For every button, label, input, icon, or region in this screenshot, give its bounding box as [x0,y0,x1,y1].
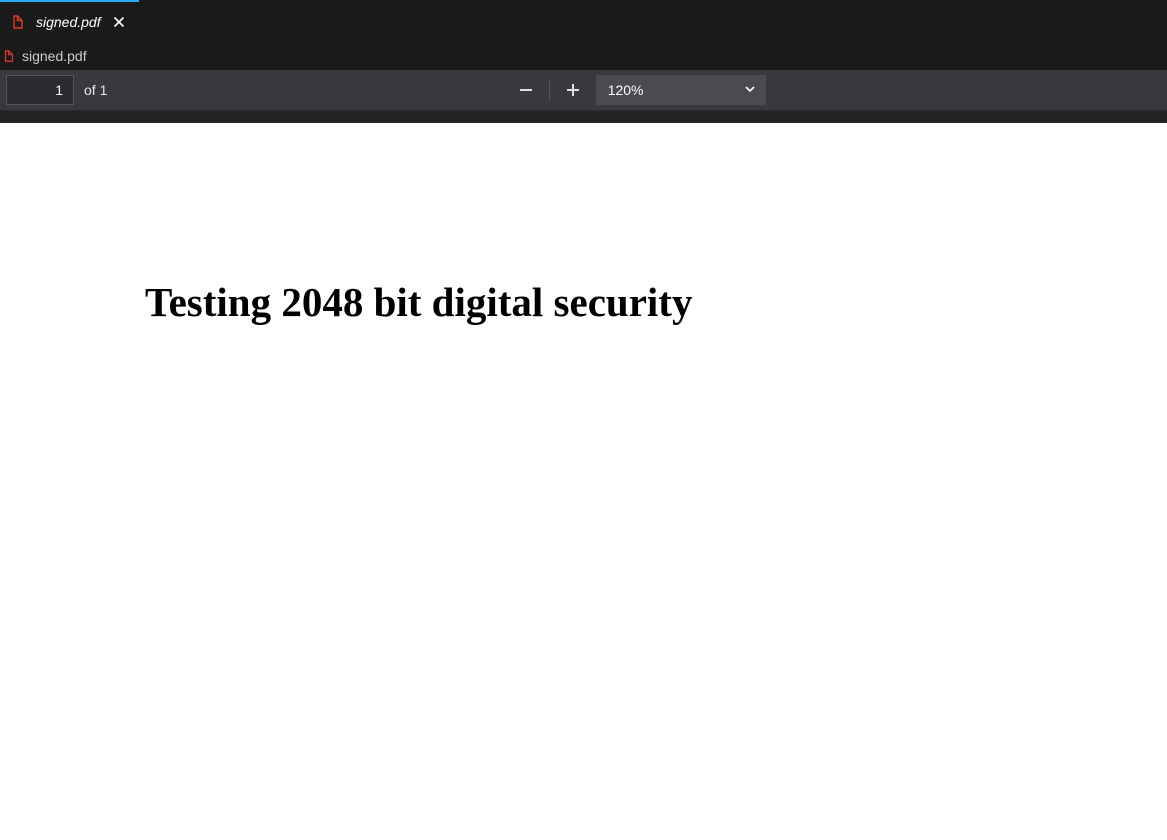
document-heading: Testing 2048 bit digital security [145,278,692,326]
toolbar-shadow-strip [0,111,1167,123]
zoom-level-label: 120% [608,82,644,98]
page-count-label: of 1 [80,82,107,98]
close-icon[interactable] [111,14,127,30]
divider [549,79,550,101]
tab-bar: signed.pdf [0,0,1167,42]
zoom-select[interactable]: 120% [596,75,766,105]
zoom-out-button[interactable] [509,73,543,107]
filename-bar: signed.pdf [0,42,1167,70]
tab-signed-pdf[interactable]: signed.pdf [0,0,139,42]
tab-title: signed.pdf [36,14,101,30]
document-page: Testing 2048 bit digital security [0,123,1167,840]
filename-title: signed.pdf [22,48,87,64]
toolbar: of 1 120% [0,70,1167,111]
pdf-icon [2,49,16,63]
zoom-in-button[interactable] [556,73,590,107]
pdf-icon [10,14,26,30]
page-number-input[interactable] [6,75,74,105]
chevron-down-icon [744,82,756,98]
